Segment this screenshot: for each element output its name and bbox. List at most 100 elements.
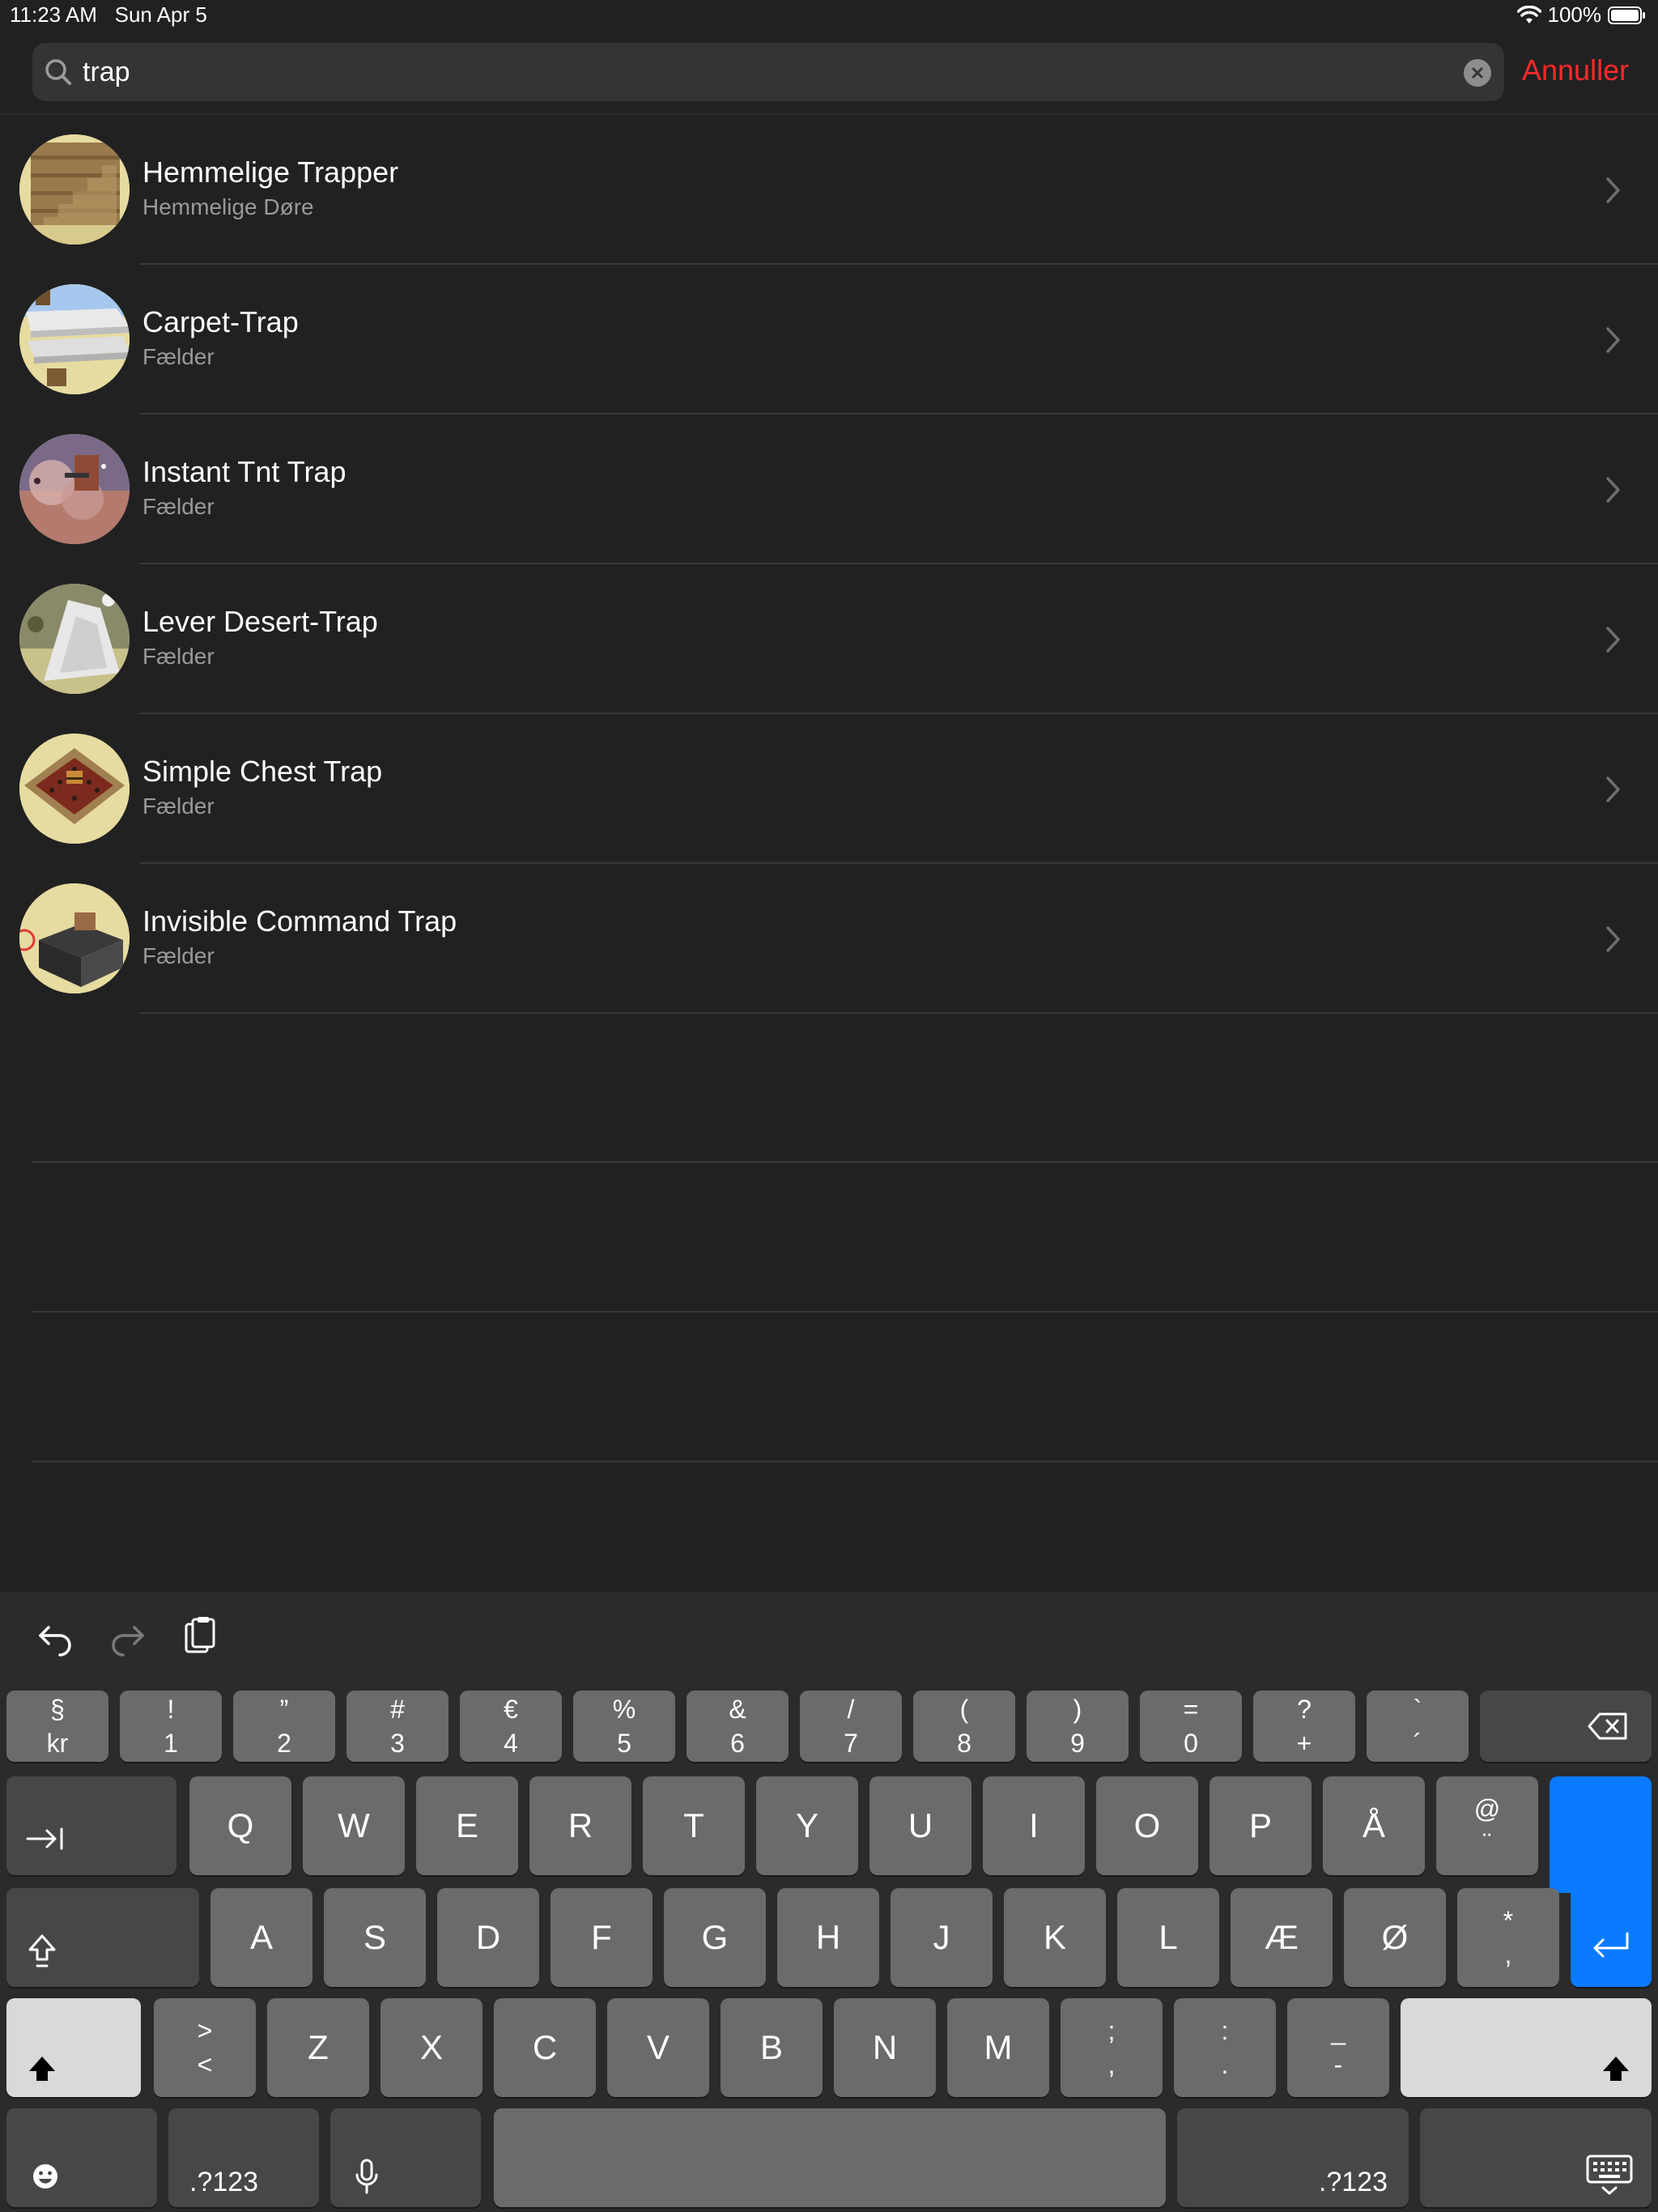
key-greater-less[interactable]: > <: [154, 1998, 256, 2097]
return-key-top[interactable]: [1550, 1776, 1652, 1893]
item-subtitle: Fælder: [142, 344, 215, 369]
search-field[interactable]: [32, 43, 1504, 101]
key-f[interactable]: F: [551, 1888, 653, 1987]
key-j[interactable]: J: [891, 1888, 993, 1987]
chevron-right-icon: [1606, 327, 1620, 353]
key-z[interactable]: Z: [267, 1998, 369, 2097]
key-semicolon[interactable]: ;,: [1061, 1998, 1163, 2097]
clipboard-icon[interactable]: [180, 1616, 220, 1657]
list-item[interactable]: Invisible Command Trap Fælder: [0, 864, 1658, 1014]
key-q[interactable]: Q: [189, 1776, 291, 1875]
delete-key[interactable]: [1480, 1691, 1652, 1762]
key-m[interactable]: M: [947, 1998, 1049, 2097]
battery-percent: 100%: [1547, 2, 1602, 27]
key-plus[interactable]: ? +: [1253, 1691, 1355, 1762]
key-e[interactable]: E: [416, 1776, 518, 1875]
undo-icon[interactable]: [36, 1616, 76, 1657]
clear-search-button[interactable]: [1464, 59, 1491, 87]
key-v[interactable]: V: [607, 1998, 709, 2097]
key-t[interactable]: T: [643, 1776, 745, 1875]
key-5[interactable]: % 5: [573, 1691, 675, 1762]
chevron-right-icon: [1606, 776, 1620, 802]
status-time-date: 11:23 AM Sun Apr 5: [10, 2, 207, 27]
key-l[interactable]: L: [1117, 1888, 1219, 1987]
key-k[interactable]: K: [1004, 1888, 1106, 1987]
key-ae[interactable]: Æ: [1231, 1888, 1333, 1987]
key-c[interactable]: C: [494, 1998, 596, 2097]
shift-right-key[interactable]: [1401, 1998, 1652, 2097]
key-g[interactable]: G: [664, 1888, 766, 1987]
keyboard: § kr ! 1 ” 2 #3 €4 % 5 & 6 /7 (8 ) 9 = 0 ? + ` ´ …: [0, 1592, 1658, 2212]
empty-row-divider: [32, 1461, 1658, 1462]
list-item[interactable]: Carpet-Trap Fælder: [0, 265, 1658, 415]
key-a[interactable]: A: [210, 1888, 312, 1987]
item-subtitle: Fælder: [142, 793, 215, 819]
key-r[interactable]: R: [529, 1776, 631, 1875]
key-colon[interactable]: :.: [1174, 1998, 1276, 2097]
chevron-right-icon: [1606, 627, 1620, 653]
key-0[interactable]: = 0: [1140, 1691, 1242, 1762]
key-at[interactable]: @ ¨: [1436, 1776, 1538, 1875]
key-asterisk[interactable]: *,: [1457, 1888, 1559, 1987]
numbers-key-right[interactable]: .?123: [1177, 2108, 1409, 2207]
key-x[interactable]: X: [380, 1998, 483, 2097]
shift-icon: [1603, 2057, 1629, 2081]
numbers-key-left[interactable]: .?123: [168, 2108, 319, 2207]
key-4[interactable]: €4: [460, 1691, 562, 1762]
key-u[interactable]: U: [869, 1776, 971, 1875]
key-2[interactable]: ” 2: [233, 1691, 335, 1762]
list-item[interactable]: Hemmelige Trapper Hemmelige Døre: [0, 115, 1658, 265]
chevron-right-icon: [1606, 477, 1620, 503]
key-i[interactable]: I: [983, 1776, 1085, 1875]
tab-icon: [26, 1827, 63, 1850]
key-8[interactable]: (8: [913, 1691, 1015, 1762]
space-key[interactable]: [494, 2108, 1166, 2207]
key-aa[interactable]: Å: [1323, 1776, 1425, 1875]
emoji-key[interactable]: [6, 2108, 157, 2207]
key-section-kr[interactable]: § kr: [6, 1691, 108, 1762]
item-title: Carpet-Trap: [142, 305, 299, 338]
item-title: Instant Tnt Trap: [142, 455, 346, 488]
item-subtitle: Fælder: [142, 494, 215, 519]
thumbnail-command: [19, 883, 130, 993]
list-item[interactable]: Lever Desert-Trap Fælder: [0, 564, 1658, 714]
close-icon: [1472, 67, 1483, 79]
redo-icon[interactable]: [107, 1616, 147, 1657]
caps-lock-key[interactable]: [6, 1888, 199, 1987]
return-key[interactable]: [1571, 1888, 1652, 1987]
key-accent[interactable]: ` ´: [1367, 1691, 1469, 1762]
key-p[interactable]: P: [1209, 1776, 1312, 1875]
key-b[interactable]: B: [721, 1998, 823, 2097]
cancel-button[interactable]: Annuller: [1522, 53, 1629, 87]
key-s[interactable]: S: [324, 1888, 426, 1987]
hide-keyboard-key[interactable]: [1420, 2108, 1652, 2207]
thumbnail-stairs: [19, 134, 130, 245]
key-6[interactable]: & 6: [687, 1691, 789, 1762]
shift-icon: [29, 2057, 55, 2081]
return-icon: [1593, 1932, 1629, 1958]
caps-lock-icon: [28, 1934, 56, 1967]
key-o[interactable]: O: [1096, 1776, 1198, 1875]
key-d[interactable]: D: [437, 1888, 539, 1987]
key-w[interactable]: W: [303, 1776, 405, 1875]
shift-left-key[interactable]: [6, 1998, 141, 2097]
list-item[interactable]: Simple Chest Trap Fælder: [0, 714, 1658, 864]
key-n[interactable]: N: [834, 1998, 936, 2097]
key-3[interactable]: #3: [346, 1691, 449, 1762]
thumbnail-tnt: [19, 434, 130, 544]
key-oe[interactable]: Ø: [1344, 1888, 1446, 1987]
list-item[interactable]: Instant Tnt Trap Fælder: [0, 415, 1658, 564]
key-y[interactable]: Y: [756, 1776, 858, 1875]
key-9[interactable]: ) 9: [1027, 1691, 1129, 1762]
search-input[interactable]: [83, 51, 1426, 93]
key-underscore[interactable]: _ -: [1287, 1998, 1389, 2097]
item-subtitle: Hemmelige Døre: [142, 194, 314, 219]
item-title: Lever Desert-Trap: [142, 605, 378, 638]
search-icon: [45, 59, 71, 85]
results-list: Hemmelige Trapper Hemmelige Døre Carpet-…: [0, 115, 1658, 1014]
key-7[interactable]: /7: [800, 1691, 902, 1762]
tab-key[interactable]: [6, 1776, 176, 1875]
key-h[interactable]: H: [777, 1888, 879, 1987]
dictation-key[interactable]: [330, 2108, 481, 2207]
key-1[interactable]: ! 1: [120, 1691, 222, 1762]
